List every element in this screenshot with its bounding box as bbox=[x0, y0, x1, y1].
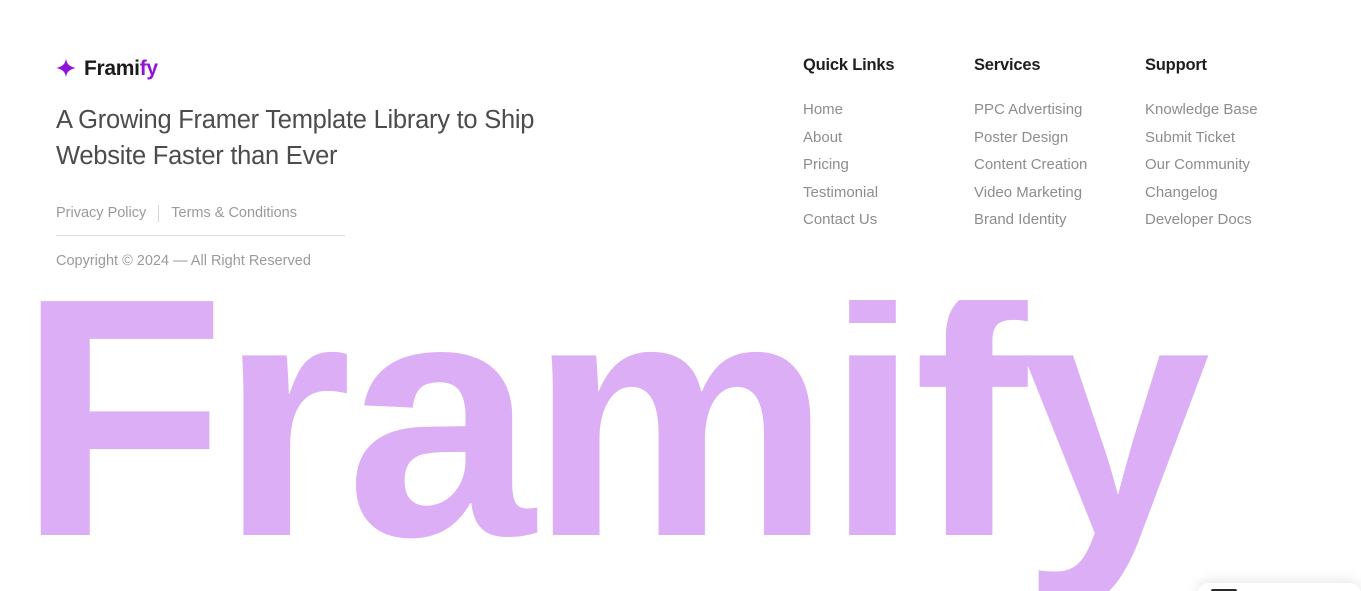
footer-link-about[interactable]: About bbox=[803, 124, 974, 152]
footer-link-submit-ticket[interactable]: Submit Ticket bbox=[1145, 124, 1258, 152]
footer-column-services: Services PPC Advertising Poster Design C… bbox=[974, 54, 1145, 234]
footer-link-contact-us[interactable]: Contact Us bbox=[803, 206, 974, 234]
logo-text-accent: fy bbox=[139, 56, 158, 80]
footer-divider bbox=[56, 235, 345, 236]
footer-link-developer-docs[interactable]: Developer Docs bbox=[1145, 206, 1258, 234]
logo-text: Framify bbox=[84, 58, 158, 79]
copyright-text: Copyright © 2024 — All Right Reserved bbox=[56, 253, 311, 269]
legal-links-row: Privacy Policy Terms & Conditions bbox=[56, 203, 297, 223]
footer-column-quick-links: Quick Links Home About Pricing Testimoni… bbox=[803, 54, 974, 234]
footer-link-brand-identity[interactable]: Brand Identity bbox=[974, 206, 1145, 234]
footer-link-content-creation[interactable]: Content Creation bbox=[974, 151, 1145, 179]
column-title-services: Services bbox=[974, 56, 1041, 74]
sparkle-star-icon bbox=[56, 58, 76, 78]
background-wordmark: Framify bbox=[18, 300, 1210, 591]
terms-conditions-link[interactable]: Terms & Conditions bbox=[171, 203, 297, 223]
logo-text-primary: Frami bbox=[84, 56, 140, 80]
footer-link-home[interactable]: Home bbox=[803, 96, 974, 124]
footer-link-our-community[interactable]: Our Community bbox=[1145, 151, 1258, 179]
footer-top-section: Framify A Growing Framer Template Librar… bbox=[0, 0, 1361, 300]
column-links-support: Knowledge Base Submit Ticket Our Communi… bbox=[1145, 96, 1258, 234]
column-title-quick-links: Quick Links bbox=[803, 56, 895, 74]
footer-link-changelog[interactable]: Changelog bbox=[1145, 179, 1258, 207]
column-links-services: PPC Advertising Poster Design Content Cr… bbox=[974, 96, 1145, 234]
logo[interactable]: Framify bbox=[56, 54, 676, 82]
privacy-policy-link[interactable]: Privacy Policy bbox=[56, 203, 146, 223]
footer-link-testimonial[interactable]: Testimonial bbox=[803, 179, 974, 207]
footer-link-pricing[interactable]: Pricing bbox=[803, 151, 974, 179]
column-links-quick-links: Home About Pricing Testimonial Contact U… bbox=[803, 96, 974, 234]
column-title-support: Support bbox=[1145, 56, 1207, 74]
footer-link-columns: Quick Links Home About Pricing Testimoni… bbox=[803, 54, 1258, 234]
footer-tagline: A Growing Framer Template Library to Shi… bbox=[56, 106, 535, 170]
brand-block: Framify A Growing Framer Template Librar… bbox=[56, 54, 676, 269]
floating-widget-card[interactable] bbox=[1197, 583, 1361, 591]
footer-link-poster-design[interactable]: Poster Design bbox=[974, 124, 1145, 152]
legal-separator bbox=[158, 204, 160, 222]
footer-link-video-marketing[interactable]: Video Marketing bbox=[974, 179, 1145, 207]
footer-link-ppc-advertising[interactable]: PPC Advertising bbox=[974, 96, 1145, 124]
footer-link-knowledge-base[interactable]: Knowledge Base bbox=[1145, 96, 1258, 124]
background-wordmark-area: Framify bbox=[0, 300, 1361, 591]
footer-column-support: Support Knowledge Base Submit Ticket Our… bbox=[1145, 54, 1258, 234]
